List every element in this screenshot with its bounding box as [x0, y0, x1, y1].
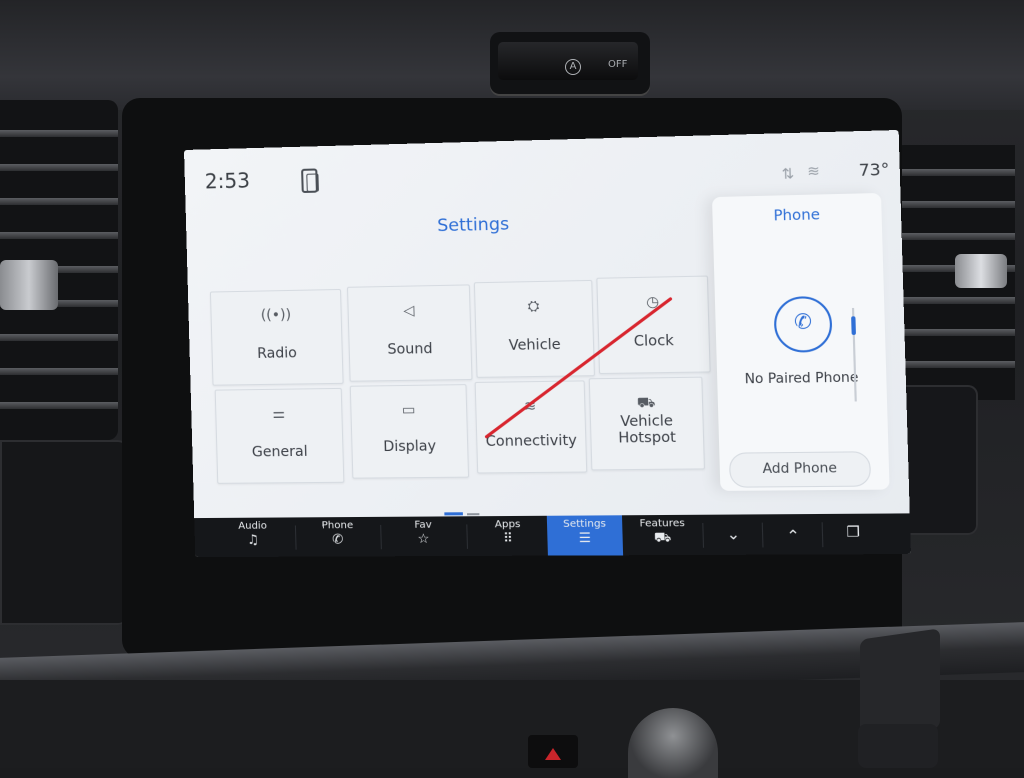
sliders-icon: ⚌: [272, 405, 286, 423]
phone-call-button[interactable]: ✆: [773, 295, 833, 353]
left-vent-adjuster[interactable]: [0, 260, 58, 310]
page-dot-active: [444, 512, 463, 516]
car-wifi-icon: ⛟: [636, 394, 656, 412]
tile-vehicle-hotspot[interactable]: ⛟ Vehicle Hotspot: [588, 376, 705, 471]
infotainment-screen: 2:53 ⇅ ≋ 73° Settings ((•)) Radio ◁ Soun…: [184, 129, 911, 558]
nav-audio[interactable]: Audio ♫: [216, 517, 289, 557]
panel-scrollbar-thumb[interactable]: [851, 316, 856, 336]
signal-icon: ⇅: [781, 166, 795, 183]
tile-radio[interactable]: ((•)) Radio: [209, 288, 344, 386]
nav-phone[interactable]: Phone ✆: [301, 517, 375, 557]
tile-label: Clock: [633, 332, 675, 350]
music-note-icon: ♫: [246, 532, 260, 548]
clock-icon: ◷: [646, 293, 660, 311]
tile-label: General: [251, 443, 308, 461]
tile-label: Vehicle: [508, 336, 561, 354]
chevron-down-icon[interactable]: ⌄: [708, 514, 758, 556]
nav-apps[interactable]: Apps ⠿: [472, 516, 544, 557]
nav-label: Audio: [238, 520, 268, 532]
vehicle-settings-icon: ⛭: [527, 298, 540, 315]
tile-label: Display: [383, 438, 437, 456]
wifi-icon: ≋: [806, 163, 821, 181]
tile-connectivity[interactable]: ≋ Connectivity: [474, 380, 588, 474]
tile-label: Vehicle Hotspot: [618, 413, 677, 447]
screens-icon[interactable]: ❐: [828, 514, 879, 556]
radio-antenna-icon: ((•)): [260, 307, 292, 324]
tile-label: Connectivity: [485, 432, 578, 450]
tile-general[interactable]: ⚌ General: [214, 387, 345, 484]
outside-temperature: 73°: [858, 159, 890, 180]
apps-grid-icon: ⠿: [502, 531, 514, 547]
tile-clock[interactable]: ◷ Clock: [596, 275, 711, 375]
nav-fav[interactable]: Fav ☆: [386, 516, 461, 557]
add-phone-button[interactable]: Add Phone: [728, 451, 872, 488]
star-icon: ☆: [417, 531, 430, 548]
right-vent-adjuster[interactable]: [955, 254, 1007, 288]
nav-label: Apps: [494, 519, 521, 531]
nav-label: Settings: [562, 518, 607, 530]
nav-label: Phone: [321, 520, 354, 532]
tile-label: Radio: [256, 345, 298, 362]
hazard-triangle-icon: [545, 748, 561, 760]
phone-icon: ✆: [332, 532, 344, 548]
tile-display[interactable]: ▭ Display: [349, 384, 470, 479]
tile-vehicle[interactable]: ⛭ Vehicle: [473, 279, 595, 378]
side-control-button[interactable]: [860, 628, 940, 740]
auto-start-stop-off-label: OFF: [608, 59, 628, 70]
car-icon: ⛟: [653, 530, 672, 546]
page-title: Settings: [436, 214, 510, 237]
side-control-button-lower[interactable]: [858, 724, 938, 768]
nav-settings[interactable]: Settings ☰: [546, 515, 624, 557]
phone-panel: Phone ✆ No Paired Phone Add Phone: [711, 192, 890, 491]
auto-start-stop-icon: A: [565, 59, 581, 75]
auto-start-stop-switch[interactable]: A OFF: [490, 32, 650, 94]
nav-label: Fav: [414, 519, 432, 531]
phone-status-text: No Paired Phone: [744, 370, 859, 388]
nav-features[interactable]: Features ⛟: [626, 515, 699, 557]
tile-label: Sound: [387, 340, 433, 358]
sliders-icon: ☰: [578, 530, 592, 547]
left-dash-panel: [0, 440, 130, 625]
display-icon: ▭: [401, 402, 416, 419]
tile-sound[interactable]: ◁ Sound: [346, 284, 473, 382]
phone-panel-title[interactable]: Phone: [712, 205, 881, 226]
wifi-icon: ≋: [523, 398, 537, 415]
phone-icon: ✆: [793, 308, 813, 334]
phone-projection-icon: [301, 168, 318, 194]
nav-label: Features: [639, 517, 686, 530]
speaker-icon: ◁: [403, 302, 415, 320]
clock-display: 2:53: [204, 168, 251, 194]
page-dot: [466, 513, 480, 516]
chevron-up-icon[interactable]: ⌃: [768, 514, 818, 556]
bottom-navigation: Audio ♫ Phone ✆ Fav ☆ Apps ⠿ Settings ☰ …: [194, 513, 911, 558]
